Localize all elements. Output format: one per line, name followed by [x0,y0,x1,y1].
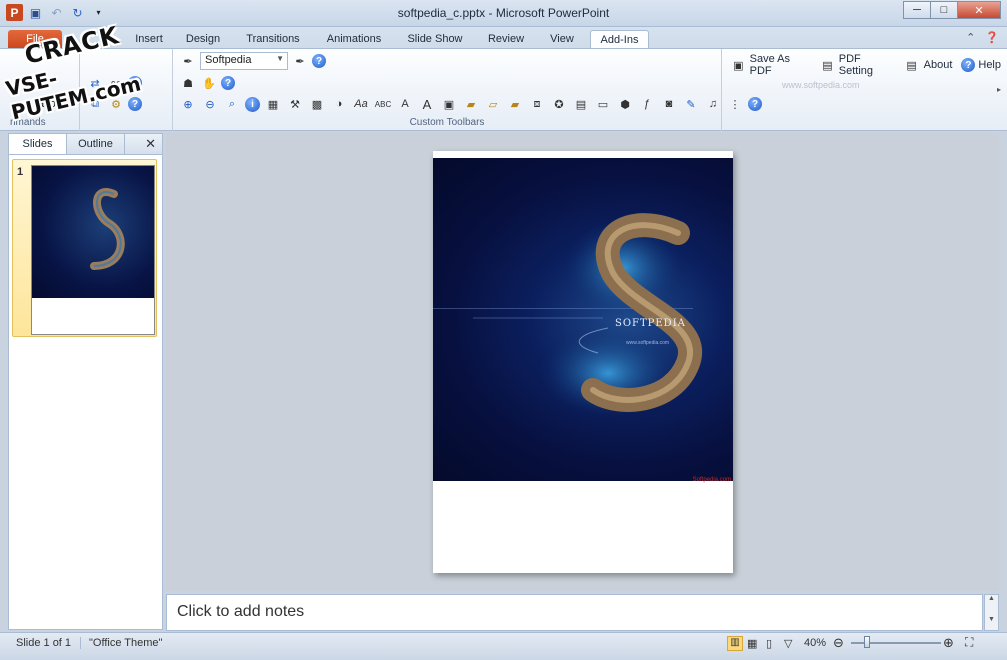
theme-status[interactable]: "Office Theme" [80,637,162,649]
shapes-icon[interactable]: ◑ [330,95,348,113]
save-pdf-icon: ▣ [733,59,744,72]
info-icon[interactable]: i [245,96,260,112]
pen-icon[interactable]: ✒ [179,52,197,70]
tab-view[interactable]: View [543,30,581,49]
fit-slide-icon[interactable]: ⛶ [965,635,973,650]
save-as-pdf-button[interactable]: ▣ Save As PDF [730,53,810,77]
slide-artwork: SOFTPEDIA www.softpedia.com Softpedia.co… [433,158,733,483]
help-icon[interactable]: ? [312,54,326,68]
slide-editing-area: SOFTPEDIA www.softpedia.com Softpedia.co… [166,133,999,591]
zoom-in-icon[interactable]: ⊕ [943,635,954,651]
slide-url-text: www.softpedia.com [626,340,670,346]
slide-number: 1 [17,166,24,178]
vertical-scrollbar[interactable]: ▲ ▼ [984,594,999,631]
softpedia-combo[interactable]: Softpedia ▼ [200,52,288,70]
slide-show-icon[interactable]: ▽ [784,637,792,650]
diagram-icon[interactable]: ⋮ [726,95,744,113]
tab-add-ins[interactable]: Add-Ins [590,30,649,49]
font-style-icon[interactable]: Aa [352,95,370,113]
zoom-out-icon[interactable]: ⊖ [201,95,219,113]
image-icon[interactable]: ▭ [594,95,612,113]
tab-design[interactable]: Design [180,30,226,49]
ribbon-group-custom-toolbars: ✒ Softpedia ▼ ✒ ? ☗ ✋ ? ⊕ ⊖ ⌕ i ▦ ⚒ ▩ ◑ … [172,49,762,131]
hammer-icon[interactable]: ⚒ [286,95,304,113]
close-pane-icon[interactable]: ✕ [145,136,156,152]
help-label: Help [978,59,1001,71]
zoom-out-icon[interactable]: ⊖ [833,635,844,651]
slide-canvas[interactable]: SOFTPEDIA www.softpedia.com Softpedia.co… [433,151,733,573]
folder-icon[interactable]: ▰ [462,95,480,113]
group-label-custom-toolbars: Custom Toolbars [409,117,485,128]
document-icon[interactable]: ▤ [572,95,590,113]
folder-open-icon[interactable]: ▱ [484,95,502,113]
tab-transitions[interactable]: Transitions [240,30,306,49]
s-island-icon [473,213,702,418]
status-bar: Slide 1 of 1 "Office Theme" ▥ ▦ ▯ ▽ 40% … [0,632,1007,660]
normal-view-icon[interactable]: ▥ [727,636,743,651]
combo-value: Softpedia [205,54,252,66]
about-button[interactable]: ▤ About [903,56,953,74]
help-icon[interactable]: ? [748,97,762,111]
notes-pane[interactable]: Click to add notes [166,594,983,631]
reading-view-icon[interactable]: ▯ [766,637,772,650]
table-icon[interactable]: ▦ [264,95,282,113]
zoom-slider-thumb[interactable] [864,636,870,648]
scroll-down-icon[interactable]: ▼ [985,616,998,623]
chevron-down-icon: ▼ [276,54,284,63]
slide-brand-text: SOFTPEDIA [615,318,686,329]
minimize-button[interactable]: ─ [903,1,931,19]
hand-icon[interactable]: ✋ [200,74,218,92]
minimize-ribbon-icon[interactable]: ⌃ [966,31,975,44]
slide-thumbnail[interactable] [31,165,155,335]
brush-icon[interactable]: ✎ [682,95,700,113]
about-label: About [923,59,953,71]
tab-slides[interactable]: Slides [9,134,67,154]
maximize-button[interactable]: □ [930,1,958,19]
pdf-setting-label: PDF Setting [838,53,874,77]
tab-outline[interactable]: Outline [67,134,125,154]
slide-thumbnail-selected[interactable]: 1 [12,159,157,337]
slide-sorter-icon[interactable]: ▦ [747,637,757,650]
folder-move-icon[interactable]: ▰ [506,95,524,113]
callout-icon[interactable]: ✪ [550,95,568,113]
sound-icon[interactable]: ♫ [704,95,722,113]
slides-pane: Slides Outline ✕ 1 [8,133,163,630]
pattern-icon[interactable]: ▩ [308,95,326,113]
pen-add-icon[interactable]: ✒ [291,52,309,70]
slide-count-status: Slide 1 of 1 [16,637,72,649]
group-objects-icon[interactable]: ⧈ [528,95,546,113]
font-grow-icon[interactable]: A [418,95,436,113]
picture-frame-icon[interactable]: ▣ [440,95,458,113]
about-icon: ▤ [906,59,917,72]
font-shrink-icon[interactable]: A [396,95,414,113]
close-button[interactable]: ✕ [957,1,1001,19]
zoom-percent[interactable]: 40% [804,637,826,649]
slide-corner-text: Softpedia.com [692,477,731,483]
ribbon-tab-right-icons: ⌃ ❓ [966,31,999,44]
help-icon[interactable]: ❓ [985,31,999,44]
window-controls: ─ □ ✕ [903,1,1001,19]
ribbon-scroll-right-icon[interactable]: ▸ [997,85,1001,94]
tab-slide-show[interactable]: Slide Show [402,30,468,49]
zoom-in-icon[interactable]: ⊕ [179,95,197,113]
spelling-icon[interactable]: ABC [374,95,392,113]
pdf-setting-button[interactable]: ▤ PDF Setting [819,53,893,77]
thumbnail-artwork [32,166,154,298]
help-icon[interactable]: ? [221,76,235,90]
magnifier-icon[interactable]: ⌕ [223,95,241,113]
ribbon-watermark: www.softpedia.com [782,80,860,90]
help-button[interactable]: ? Help [961,58,1001,72]
notes-placeholder: Click to add notes [177,603,305,620]
help-icon: ? [961,58,976,72]
function-icon[interactable]: ƒ [638,95,656,113]
cube-icon[interactable]: ⬢ [616,95,634,113]
pdf-setting-icon: ▤ [822,59,833,72]
thumbnail-s-island-icon [90,188,125,270]
slides-pane-tabs: Slides Outline ✕ [9,134,162,155]
scroll-up-icon[interactable]: ▲ [985,595,998,602]
tab-review[interactable]: Review [481,30,531,49]
photo-icon[interactable]: ◙ [660,95,678,113]
tab-animations[interactable]: Animations [320,30,388,49]
save-as-pdf-label: Save As PDF [749,53,790,77]
